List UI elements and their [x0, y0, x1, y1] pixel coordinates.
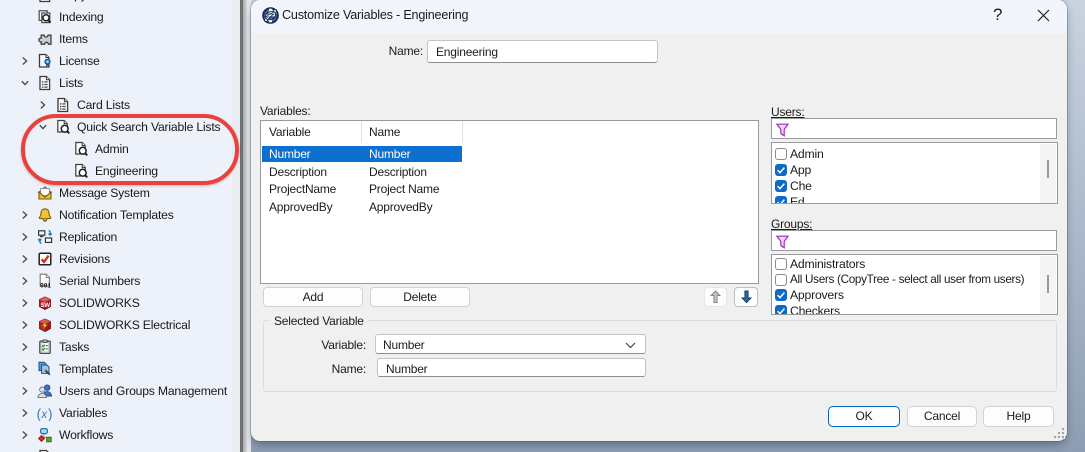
- svg-text:SW: SW: [41, 303, 51, 309]
- svg-text:001: 001: [40, 283, 51, 289]
- svg-text:): ): [48, 406, 52, 421]
